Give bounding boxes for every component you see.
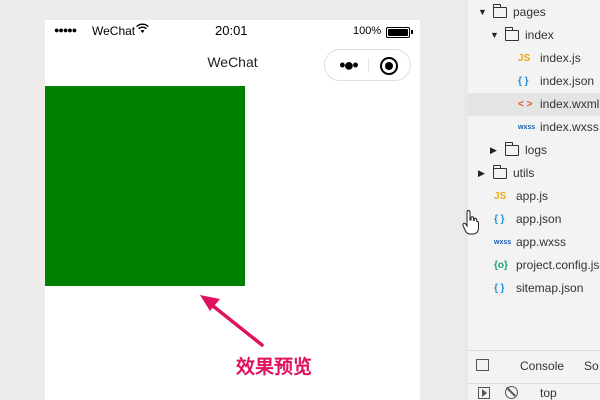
carrier-label: WeChat (92, 24, 136, 38)
tree-item-label: sitemap.json (516, 281, 584, 295)
folder-icon (493, 165, 507, 179)
tree-item-label: app.wxss (516, 235, 567, 249)
caret-right-icon[interactable]: ▶ (490, 139, 497, 162)
close-miniprogram-icon[interactable] (380, 57, 398, 75)
navigation-bar: WeChat •●• (45, 44, 420, 86)
context-selector[interactable]: top (540, 386, 557, 400)
js-file-icon: JS (518, 53, 531, 64)
tree-item-label: app.js (516, 189, 549, 203)
tab-console[interactable]: Console (520, 359, 564, 373)
tree-item-label: index.wxss (540, 120, 599, 134)
annotation-caption: 效果预览 (236, 356, 313, 378)
tree-item-label: index.json (540, 74, 595, 88)
annotation-arrow (200, 295, 264, 347)
status-time: 20:01 (215, 23, 248, 38)
tree-item-label: index (525, 28, 554, 42)
file-item[interactable]: JS index.js (468, 47, 600, 70)
file-item[interactable]: { } index.json (468, 70, 600, 93)
file-item[interactable]: { } sitemap.json (468, 277, 600, 300)
green-view-block (45, 86, 245, 286)
file-explorer: ▼ pages ▼ index JS index.js { } index.json < > in… (468, 0, 600, 400)
devtools-panel: Console So top (468, 350, 600, 400)
status-bar: ●●●●● WeChat 20:01 100% (45, 20, 420, 44)
hand-cursor-icon (462, 210, 479, 235)
battery-icon (386, 27, 413, 38)
tree-item-label: pages (513, 5, 546, 19)
caret-down-icon[interactable]: ▼ (490, 24, 499, 47)
config-file-icon: {o} (494, 260, 508, 271)
tree-item-label: logs (525, 143, 548, 157)
file-item[interactable]: {o} project.config.json (468, 254, 600, 277)
tree-item-label: app.json (516, 212, 562, 226)
folder-item[interactable]: ▼ pages (468, 1, 600, 24)
json-file-icon: { } (494, 214, 505, 225)
menu-capsule: •●• (324, 49, 411, 81)
folder-icon (505, 27, 519, 41)
console-toolbar: top (468, 383, 600, 400)
tree-item-label: index.wxml (540, 97, 600, 111)
file-item[interactable]: JS app.js (468, 185, 600, 208)
more-icon[interactable]: •●• (336, 55, 360, 75)
wxss-file-icon: wxss (494, 239, 512, 246)
signal-icon: ●●●●● (54, 25, 77, 35)
tree-item-label: index.js (540, 51, 581, 65)
folder-item[interactable]: ▼ index (468, 24, 600, 47)
file-item[interactable]: < > index.wxml (468, 93, 600, 116)
file-item[interactable]: wxss index.wxss (468, 116, 600, 139)
js-file-icon: JS (494, 191, 507, 202)
file-item[interactable]: { } app.json (468, 208, 600, 231)
sidebar-toggle-icon[interactable] (478, 387, 490, 399)
folder-item[interactable]: ▶ utils (468, 162, 600, 185)
inspect-element-icon[interactable] (476, 359, 489, 371)
wxss-file-icon: wxss (518, 124, 536, 131)
battery-percent: 100% (353, 25, 382, 37)
tree-item-label: project.config.json (516, 258, 600, 272)
capsule-divider (368, 58, 369, 73)
json-file-icon: { } (518, 76, 529, 87)
wxml-file-icon: < > (518, 99, 533, 110)
clear-console-icon[interactable] (505, 386, 518, 399)
tree-item-label: utils (513, 166, 535, 180)
folder-icon (505, 142, 519, 156)
json-file-icon: { } (494, 283, 505, 294)
folder-item[interactable]: ▶ logs (468, 139, 600, 162)
caret-down-icon[interactable]: ▼ (478, 1, 487, 24)
file-item[interactable]: wxss app.wxss (468, 231, 600, 254)
caret-right-icon[interactable]: ▶ (478, 162, 485, 185)
tab-sources[interactable]: So (584, 359, 599, 373)
folder-icon (493, 4, 507, 18)
wifi-icon (136, 23, 149, 37)
